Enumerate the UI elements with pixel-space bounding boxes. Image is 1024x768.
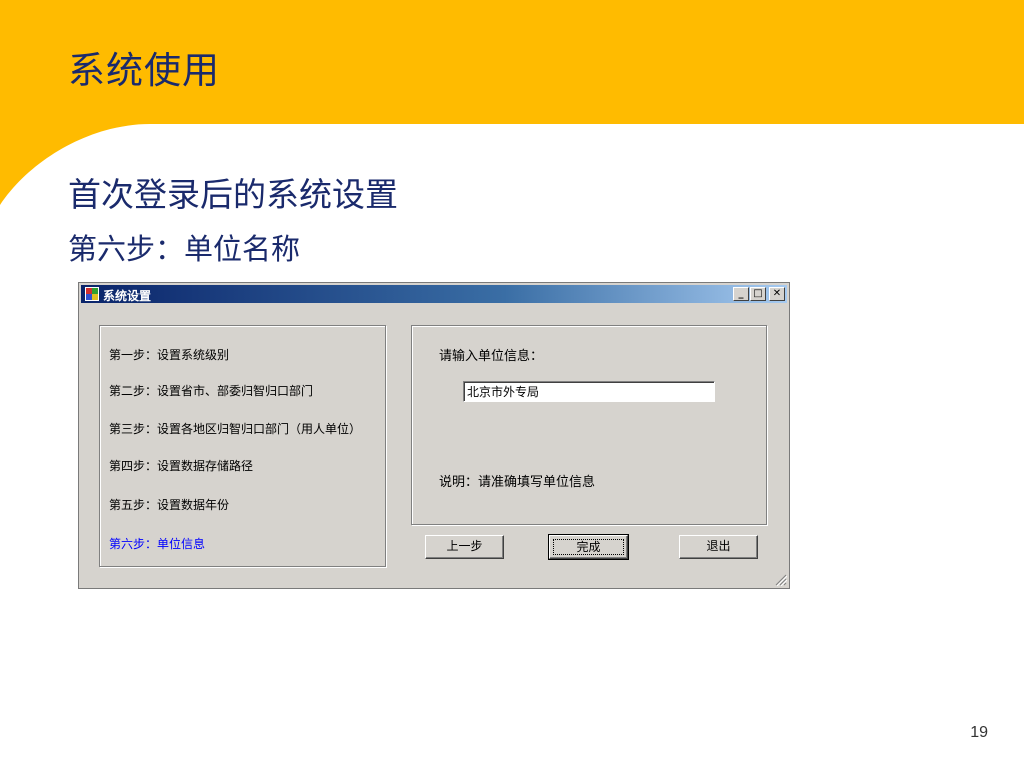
dialog-title: 系统设置 [103, 289, 152, 303]
dialog-titlebar[interactable]: 系统设置 _ □ ✕ [81, 285, 787, 303]
step-4: 第四步：设置数据存储路径 [109, 459, 254, 473]
step-subheading: 第六步：单位名称 [68, 232, 301, 266]
minimize-button[interactable]: _ [733, 287, 749, 301]
close-button[interactable]: ✕ [769, 287, 785, 301]
page-number: 19 [970, 724, 988, 741]
unit-name-input[interactable] [463, 381, 715, 402]
section-heading: 首次登录后的系统设置 [68, 175, 398, 214]
step-2: 第二步：设置省市、部委归智归口部门 [109, 384, 314, 398]
step-1: 第一步：设置系统级别 [109, 348, 230, 362]
steps-panel: 第一步：设置系统级别 第二步：设置省市、部委归智归口部门 第三步：设置各地区归智… [99, 325, 386, 567]
resize-grip-icon[interactable] [775, 574, 787, 586]
slide-title: 系统使用 [68, 49, 220, 92]
unit-info-label: 请输入单位信息： [439, 349, 544, 364]
finish-button-label: 完成 [553, 539, 624, 555]
previous-step-button[interactable]: 上一步 [425, 535, 504, 559]
instruction-note: 说明：请准确填写单位信息 [439, 475, 596, 490]
step-5: 第五步：设置数据年份 [109, 498, 230, 512]
app-icon [85, 287, 99, 301]
step-6-active: 第六步：单位信息 [109, 537, 206, 551]
unit-info-panel: 请输入单位信息： 说明：请准确填写单位信息 [411, 325, 767, 525]
finish-button[interactable]: 完成 [548, 534, 629, 560]
exit-button[interactable]: 退出 [679, 535, 758, 559]
maximize-button[interactable]: □ [750, 287, 766, 301]
step-3: 第三步：设置各地区归智归口部门（用人单位） [109, 422, 362, 436]
system-settings-dialog: 系统设置 _ □ ✕ 第一步：设置系统级别 第二步：设置省市、部委归智归口部门 … [78, 282, 790, 589]
